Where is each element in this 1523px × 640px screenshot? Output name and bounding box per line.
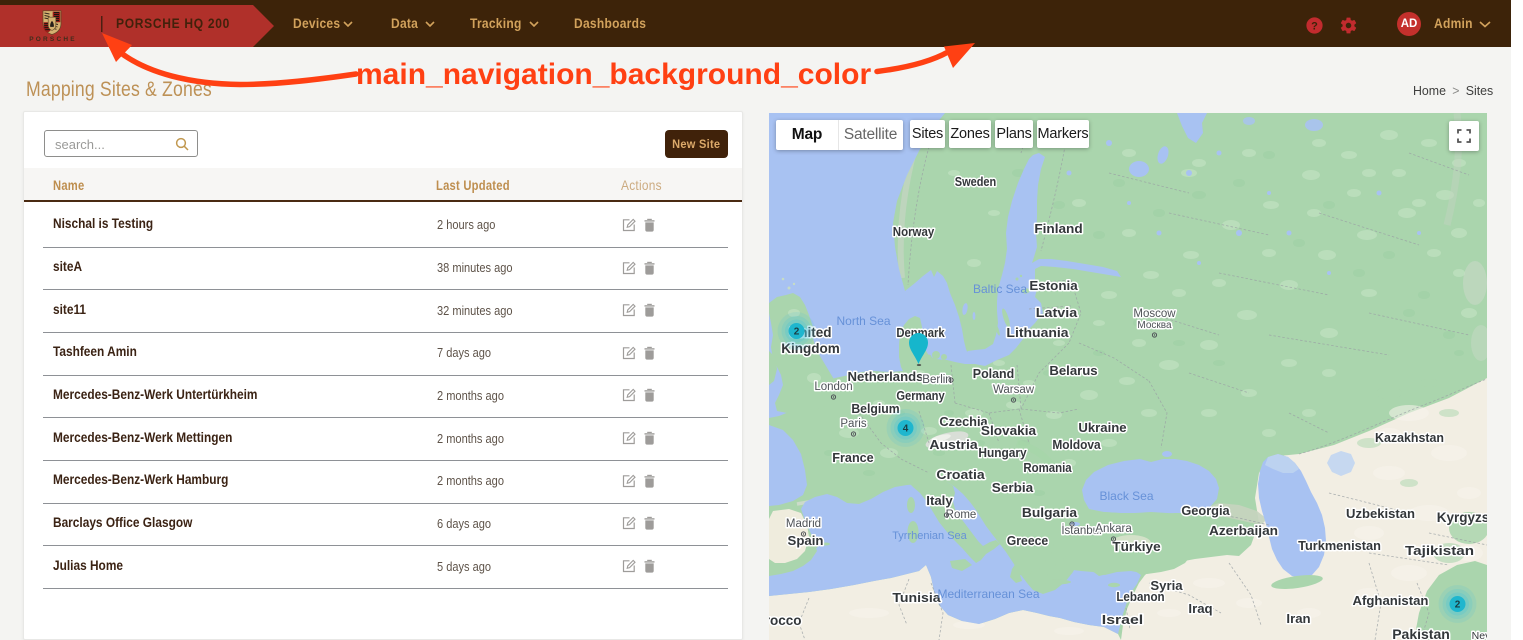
svg-text:Paris: Paris <box>840 418 866 430</box>
svg-text:Madrid: Madrid <box>786 518 821 530</box>
svg-text:main_navigation_background_col: main_navigation_background_color <box>356 58 871 91</box>
svg-text:Nev: Nev <box>1472 630 1487 640</box>
svg-text:Hungary: Hungary <box>978 445 1027 460</box>
svg-text:Bulgaria: Bulgaria <box>1022 505 1078 520</box>
svg-text:?: ? <box>1311 20 1318 32</box>
svg-text:Austria: Austria <box>929 437 978 452</box>
svg-text:Norway: Norway <box>893 224 935 239</box>
svg-text:Iran: Iran <box>1286 611 1310 626</box>
svg-text:Москва: Москва <box>1137 320 1172 331</box>
svg-text:Azerbaijan: Azerbaijan <box>1209 523 1278 538</box>
svg-text:Warsaw: Warsaw <box>993 384 1035 396</box>
svg-text:London: London <box>814 381 852 393</box>
svg-text:Moldova: Moldova <box>1052 437 1101 452</box>
svg-text:Moscow: Moscow <box>1133 308 1176 320</box>
svg-text:Black Sea: Black Sea <box>1099 489 1153 503</box>
svg-text:Belgium: Belgium <box>851 401 899 416</box>
svg-text:Sweden: Sweden <box>955 174 996 189</box>
svg-text:Belarus: Belarus <box>1049 363 1097 378</box>
svg-text:Pakistan: Pakistan <box>1392 626 1450 640</box>
svg-text:Greece: Greece <box>1007 533 1048 548</box>
svg-text:4: 4 <box>903 424 909 435</box>
svg-text:Germany: Germany <box>896 388 945 403</box>
svg-text:Estonia: Estonia <box>1029 278 1078 293</box>
svg-text:Poland: Poland <box>973 366 1014 381</box>
svg-text:2: 2 <box>1455 600 1461 611</box>
svg-text:Italy: Italy <box>926 493 953 508</box>
svg-text:Finland: Finland <box>1034 221 1082 236</box>
svg-text:Ukraine: Ukraine <box>1078 420 1126 435</box>
svg-text:Tyrrhenian Sea: Tyrrhenian Sea <box>892 530 967 542</box>
svg-text:Afghanistan: Afghanistan <box>1353 593 1429 608</box>
svg-text:Latvia: Latvia <box>1036 305 1078 320</box>
svg-text:Kyrgyzsta: Kyrgyzsta <box>1437 510 1487 525</box>
svg-text:Tajikistan: Tajikistan <box>1405 543 1474 558</box>
svg-text:Serbia: Serbia <box>992 480 1034 495</box>
svg-text:Turkmenistan: Turkmenistan <box>1298 538 1381 553</box>
svg-text:Israel: Israel <box>1102 612 1143 627</box>
svg-text:Georgia: Georgia <box>1181 503 1230 518</box>
svg-text:Netherlands: Netherlands <box>848 369 924 384</box>
svg-text:Uzbekistan: Uzbekistan <box>1346 506 1415 521</box>
svg-text:Lithuania: Lithuania <box>1006 325 1069 340</box>
svg-text:Ankara: Ankara <box>1095 523 1132 535</box>
svg-text:Iraq: Iraq <box>1188 601 1212 616</box>
svg-text:Berlin: Berlin <box>922 374 951 386</box>
svg-text:2: 2 <box>794 327 800 338</box>
svg-text:Syria: Syria <box>1150 578 1183 593</box>
svg-text:Croatia: Croatia <box>936 467 985 482</box>
svg-text:Kazakhstan: Kazakhstan <box>1375 430 1444 445</box>
svg-text:Slovakia: Slovakia <box>981 423 1037 438</box>
svg-text:Mediterranean Sea: Mediterranean Sea <box>937 587 1039 601</box>
svg-text:France: France <box>832 450 873 465</box>
svg-text:orocco: orocco <box>769 613 802 628</box>
svg-text:Rome: Rome <box>946 509 977 521</box>
svg-text:Romania: Romania <box>1023 460 1072 475</box>
svg-text:Baltic Sea: Baltic Sea <box>973 282 1027 296</box>
svg-text:Türkiye: Türkiye <box>1112 539 1160 554</box>
svg-text:North Sea: North Sea <box>836 314 890 328</box>
svg-text:Tunisia: Tunisia <box>892 590 941 605</box>
